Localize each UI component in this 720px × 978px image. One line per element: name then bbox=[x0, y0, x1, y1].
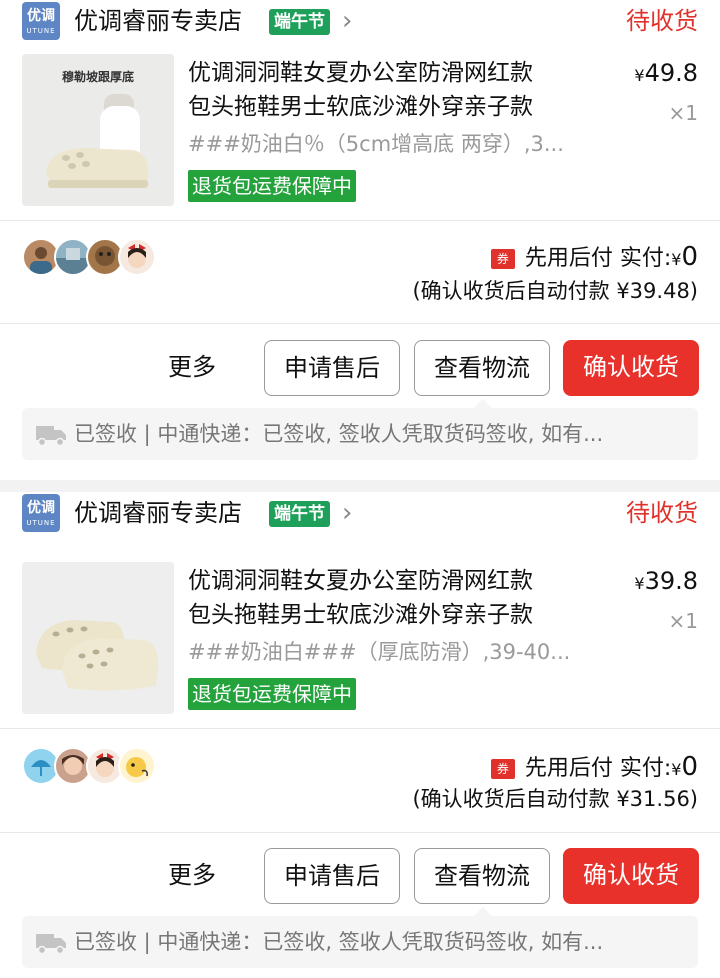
coupon-icon: 券 bbox=[490, 758, 515, 779]
product-quantity: ×1 bbox=[668, 101, 698, 125]
product-image[interactable] bbox=[22, 562, 174, 714]
more-button[interactable]: 更多 bbox=[150, 848, 234, 904]
after-sale-button[interactable]: 申请售后 bbox=[264, 848, 400, 904]
shop-header[interactable]: 优调 UTUNE 优调睿丽专卖店 端午节 › 待收货 bbox=[22, 2, 698, 42]
shop-name[interactable]: 优调睿丽专卖店 bbox=[74, 496, 242, 530]
order-card: 优调 UTUNE 优调睿丽专卖店 端午节 › 待收货 优调洞洞鞋女夏办公室防滑网… bbox=[0, 492, 720, 978]
return-shipping-badge: 退货包运费保障中 bbox=[188, 170, 356, 202]
return-shipping-badge: 退货包运费保障中 bbox=[188, 678, 356, 710]
order-status: 待收货 bbox=[626, 7, 698, 35]
product-title[interactable]: 优调洞洞鞋女夏办公室防滑网红款 包头拖鞋男士软底沙滩外穿亲子款 bbox=[188, 56, 598, 124]
currency-symbol: ¥ bbox=[634, 574, 645, 593]
truck-icon bbox=[36, 934, 66, 954]
product-image[interactable]: 穆勒坡跟厚底 bbox=[22, 54, 174, 206]
amount-value: 0 bbox=[681, 242, 698, 272]
product-price: ¥39.8 bbox=[634, 564, 698, 601]
more-button[interactable]: 更多 bbox=[150, 340, 234, 396]
shop-header[interactable]: 优调 UTUNE 优调睿丽专卖店 端午节 › 待收货 bbox=[22, 494, 698, 534]
logistics-bar[interactable]: 已签收 | 中通快递：已签收, 签收人凭取货码签收, 如有... bbox=[22, 399, 698, 460]
currency-symbol: ¥ bbox=[671, 760, 682, 779]
coupon-icon: 券 bbox=[490, 248, 515, 269]
divider bbox=[0, 323, 720, 324]
view-logistics-button[interactable]: 查看物流 bbox=[414, 340, 550, 396]
logistics-text: 已签收 | 中通快递：已签收, 签收人凭取货码签收, 如有... bbox=[74, 422, 604, 446]
currency-symbol: ¥ bbox=[634, 66, 645, 85]
product-title[interactable]: 优调洞洞鞋女夏办公室防滑网红款 包头拖鞋男士软底沙滩外穿亲子款 bbox=[188, 564, 598, 632]
product-title-line: 优调洞洞鞋女夏办公室防滑网红款 bbox=[188, 60, 533, 86]
amount-value: 0 bbox=[681, 752, 698, 782]
avatar bbox=[118, 747, 156, 785]
shop-logo-en: UTUNE bbox=[26, 519, 56, 527]
product-sku: ###奶油白###（厚底防滑）,39-40... bbox=[188, 640, 571, 664]
product-title-line: 包头拖鞋男士软底沙滩外穿亲子款 bbox=[188, 602, 533, 628]
shop-logo-cn: 优调 bbox=[27, 8, 55, 24]
product-title-line: 优调洞洞鞋女夏办公室防滑网红款 bbox=[188, 568, 533, 594]
truck-icon bbox=[36, 426, 66, 446]
view-logistics-button[interactable]: 查看物流 bbox=[414, 848, 550, 904]
product-price: ¥49.8 bbox=[634, 56, 698, 93]
chevron-right-icon[interactable]: › bbox=[342, 5, 352, 37]
shop-logo: 优调 UTUNE bbox=[22, 2, 60, 40]
payment-line: 券先用后付 实付:¥0 bbox=[490, 750, 698, 787]
auto-pay-note: (确认收货后自动付款 ¥31.56) bbox=[412, 787, 698, 811]
festival-badge: 端午节 bbox=[269, 9, 330, 35]
order-card: 优调 UTUNE 优调睿丽专卖店 端午节 › 待收货 穆勒坡跟厚底 优调洞洞鞋女… bbox=[0, 0, 720, 480]
divider bbox=[0, 832, 720, 833]
payment-line: 券先用后付 实付:¥0 bbox=[490, 240, 698, 277]
pay-label: 先用后付 实付: bbox=[524, 245, 672, 271]
logistics-text: 已签收 | 中通快递：已签收, 签收人凭取货码签收, 如有... bbox=[74, 930, 604, 954]
product-quantity: ×1 bbox=[668, 609, 698, 633]
shop-logo-cn: 优调 bbox=[27, 500, 55, 516]
logistics-pointer bbox=[474, 907, 492, 916]
pay-amount: ¥0 bbox=[671, 240, 698, 277]
product-sku: ###奶油白％（5cm增高底 两穿）,3... bbox=[188, 132, 564, 156]
product-title-line: 包头拖鞋男士软底沙滩外穿亲子款 bbox=[188, 94, 533, 120]
product-image-caption: 穆勒坡跟厚底 bbox=[62, 69, 134, 84]
logistics-pointer bbox=[474, 399, 492, 408]
order-status: 待收货 bbox=[626, 499, 698, 527]
avatar bbox=[118, 238, 156, 276]
auto-pay-note: (确认收货后自动付款 ¥39.48) bbox=[412, 279, 698, 303]
pay-label: 先用后付 实付: bbox=[524, 755, 672, 781]
divider bbox=[0, 728, 720, 729]
chevron-right-icon[interactable]: › bbox=[342, 497, 352, 529]
price-value: 49.8 bbox=[644, 59, 698, 87]
confirm-receipt-button[interactable]: 确认收货 bbox=[563, 848, 699, 904]
shop-name[interactable]: 优调睿丽专卖店 bbox=[74, 4, 242, 38]
logistics-bar[interactable]: 已签收 | 中通快递：已签收, 签收人凭取货码签收, 如有... bbox=[22, 907, 698, 968]
shop-logo-en: UTUNE bbox=[26, 27, 56, 35]
after-sale-button[interactable]: 申请售后 bbox=[264, 340, 400, 396]
festival-badge: 端午节 bbox=[269, 501, 330, 527]
shop-logo: 优调 UTUNE bbox=[22, 494, 60, 532]
currency-symbol: ¥ bbox=[671, 250, 682, 269]
pay-amount: ¥0 bbox=[671, 750, 698, 787]
confirm-receipt-button[interactable]: 确认收货 bbox=[563, 340, 699, 396]
divider bbox=[0, 220, 720, 221]
price-value: 39.8 bbox=[644, 567, 698, 595]
